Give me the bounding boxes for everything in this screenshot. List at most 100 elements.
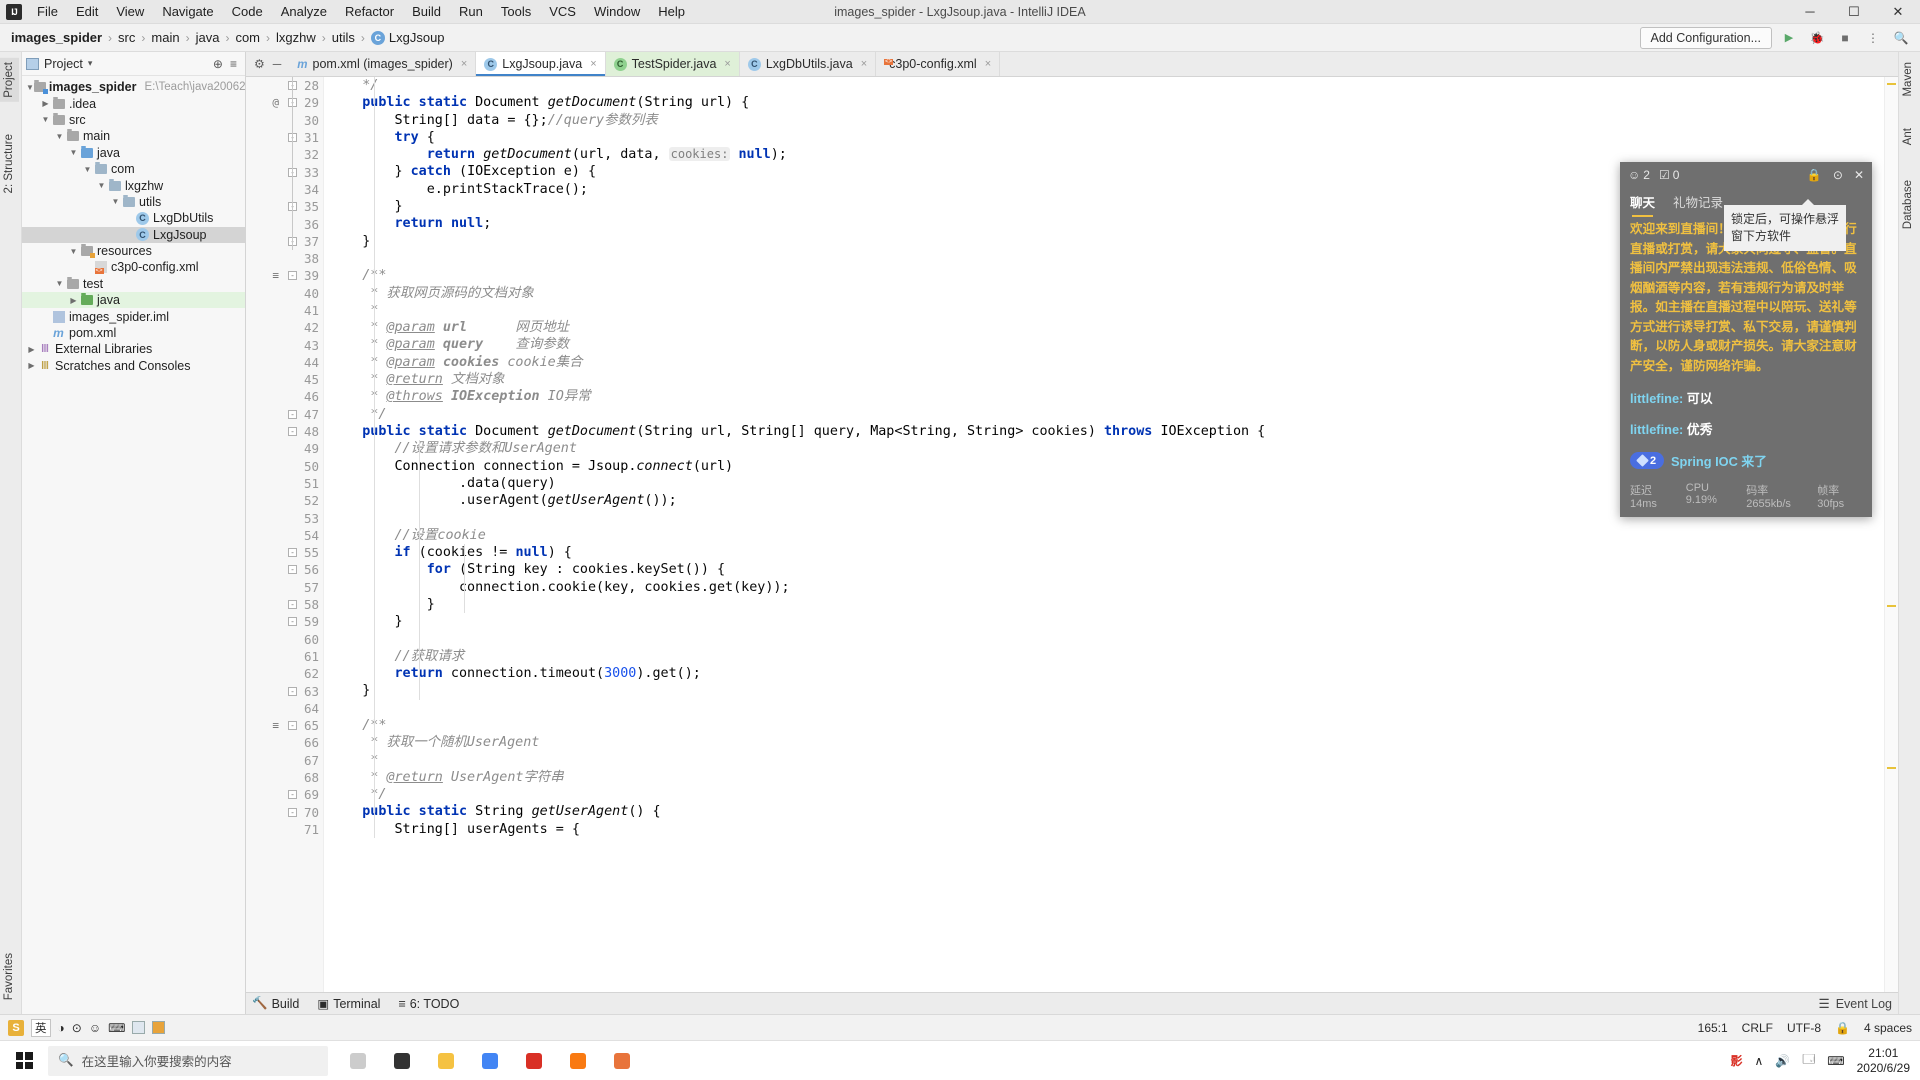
breadcrumb-com[interactable]: com [230, 29, 265, 46]
tree-expand-arrow-icon[interactable]: ▶ [124, 230, 135, 239]
code-line-57[interactable]: connection.cookie(key, cookies.get(key))… [330, 579, 1884, 596]
cortana-icon[interactable] [336, 1041, 380, 1080]
ime-extra-icon[interactable] [152, 1021, 166, 1034]
tree-node-src[interactable]: ▼ src [22, 112, 245, 128]
gutter-line-33[interactable]: -33 [246, 163, 323, 180]
code-line-64[interactable] [330, 700, 1884, 717]
code-line-71[interactable]: String[] userAgents = { [330, 821, 1884, 838]
gutter-line-68[interactable]: 68 [246, 769, 323, 786]
gutter-line-45[interactable]: 45 [246, 371, 323, 388]
gutter-mark-icon[interactable]: ≡ [272, 719, 279, 732]
code-line-67[interactable]: * [330, 752, 1884, 769]
tree-expand-arrow-icon[interactable]: ▶ [124, 214, 135, 223]
ime-toolbox-icon[interactable] [132, 1021, 146, 1034]
bottom-tab-build[interactable]: 🔨 Build [252, 996, 299, 1011]
gutter-line-49[interactable]: 49 [246, 440, 323, 457]
tree-node-com[interactable]: ▼ com [22, 161, 245, 177]
gutter-line-61[interactable]: 61 [246, 648, 323, 665]
project-tree[interactable]: ▼ images_spider E:\Teach\java200624\ ▶ .idea… [22, 76, 245, 1014]
code-line-30[interactable]: String[] data = {};//query参数列表 [330, 112, 1884, 129]
file-explorer-icon[interactable] [424, 1041, 468, 1080]
code-line-63[interactable]: } [330, 682, 1884, 699]
menu-tools[interactable]: Tools [492, 2, 540, 21]
tree-node-lxgzhw[interactable]: ▼ lxgzhw [22, 177, 245, 193]
breadcrumb-java[interactable]: java [191, 29, 225, 46]
sidebar-item-structure[interactable]: 2: Structure [0, 130, 19, 197]
line-separator[interactable]: CRLF [1742, 1021, 1773, 1035]
fold-icon[interactable]: - [288, 600, 297, 610]
gutter-line-52[interactable]: 52 [246, 492, 323, 509]
sidebar-item-database[interactable]: Database [1898, 176, 1918, 233]
gutter-line-55[interactable]: -55 [246, 544, 323, 561]
fold-icon[interactable]: - [288, 617, 297, 627]
menu-build[interactable]: Build [403, 2, 450, 21]
editor-tab-c3p0-config-xml[interactable]: c3p0-config.xml × [876, 52, 1001, 76]
breadcrumb-lxgjsoup[interactable]: C LxgJsoup [366, 29, 450, 46]
gutter-line-54[interactable]: 54 [246, 527, 323, 544]
breadcrumb-utils[interactable]: utils [327, 29, 360, 46]
tree-expand-arrow-icon[interactable]: ▼ [26, 83, 34, 92]
close-button[interactable]: ✕ [1876, 0, 1920, 24]
code-line-60[interactable] [330, 631, 1884, 648]
lock-icon[interactable]: 🔒 [1835, 1021, 1850, 1035]
gutter-line-47[interactable]: -47 [246, 406, 323, 423]
fold-icon[interactable]: - [288, 686, 297, 696]
task-view-icon[interactable] [380, 1041, 424, 1080]
live-stream-overlay[interactable]: ☺ 2 ☑ 0 🔒 ⊙ ✕ 聊天 礼物记录 锁定后，可操作悬浮窗下方软件 欢迎来… [1620, 162, 1872, 517]
gutter-line-59[interactable]: -59 [246, 613, 323, 630]
gutter-line-51[interactable]: 51 [246, 475, 323, 492]
locate-icon[interactable]: ⊕ [213, 57, 223, 71]
menu-edit[interactable]: Edit [67, 2, 107, 21]
tray-ime-icon[interactable]: ⌨ [1827, 1054, 1844, 1068]
warning-marker[interactable] [1887, 605, 1896, 607]
menu-help[interactable]: Help [649, 2, 694, 21]
gutter-line-53[interactable]: 53 [246, 509, 323, 526]
code-line-55[interactable]: if (cookies != null) { [330, 544, 1884, 561]
gutter-line-39[interactable]: ≡ -39 [246, 267, 323, 284]
chevron-down-icon[interactable]: ▾ [88, 58, 93, 69]
event-log-tab[interactable]: ☰ Event Log [1818, 996, 1892, 1012]
tab-gift-records[interactable]: 礼物记录 [1673, 192, 1723, 211]
gutter-line-38[interactable]: 38 [246, 250, 323, 267]
tray-app-icon[interactable]: 影 [1731, 1052, 1743, 1069]
tree-node-test[interactable]: ▼ test [22, 276, 245, 292]
gutter-line-56[interactable]: -56 [246, 561, 323, 578]
fold-icon[interactable]: - [288, 807, 297, 817]
menu-view[interactable]: View [107, 2, 153, 21]
maximize-button[interactable]: ☐ [1832, 0, 1876, 24]
tree-expand-arrow-icon[interactable]: ▶ [26, 345, 37, 354]
fold-icon[interactable]: - [288, 790, 297, 800]
gutter-line-29[interactable]: @-29 [246, 94, 323, 111]
code-line-54[interactable]: //设置cookie [330, 527, 1884, 544]
gutter-line-63[interactable]: -63 [246, 682, 323, 699]
menu-window[interactable]: Window [585, 2, 649, 21]
tray-expand-icon[interactable]: ∧ [1755, 1054, 1764, 1068]
fold-icon[interactable]: - [288, 409, 297, 419]
menu-file[interactable]: File [28, 2, 67, 21]
code-line-32[interactable]: return getDocument(url, data, cookies: n… [330, 146, 1884, 163]
tree-node-external-libraries[interactable]: ▶ ‖‖ External Libraries [22, 341, 245, 357]
editor-marker-strip[interactable] [1884, 77, 1898, 992]
editor-gutter[interactable]: -28@-2930-3132-3334-3536-3738≡-394041424… [246, 77, 324, 992]
minimize-button[interactable]: ─ [1788, 0, 1832, 24]
tree-node-lxgjsoup[interactable]: ▶CLxgJsoup [22, 226, 245, 243]
tree-expand-arrow-icon[interactable]: ▶ [68, 296, 79, 305]
tree-expand-arrow-icon[interactable]: ▼ [96, 181, 107, 190]
taskbar-search-box[interactable]: 🔍 在这里输入你要搜索的内容 [48, 1045, 328, 1076]
code-line-68[interactable]: * @return UserAgent字符串 [330, 769, 1884, 786]
menu-navigate[interactable]: Navigate [153, 2, 222, 21]
code-line-61[interactable]: //获取请求 [330, 648, 1884, 665]
close-icon[interactable]: × [724, 58, 730, 70]
menu-analyze[interactable]: Analyze [272, 2, 336, 21]
fold-icon[interactable]: - [288, 271, 297, 281]
close-icon[interactable]: × [985, 58, 991, 70]
lock-icon[interactable]: 🔒 [1807, 168, 1822, 182]
file-encoding[interactable]: UTF-8 [1787, 1021, 1821, 1035]
close-icon[interactable]: × [590, 58, 596, 70]
tray-volume-icon[interactable]: 🔊 [1775, 1054, 1790, 1068]
tree-expand-arrow-icon[interactable]: ▼ [54, 132, 65, 141]
code-line-70[interactable]: public static String getUserAgent() { [330, 803, 1884, 820]
gear-icon[interactable]: ⚙ [254, 57, 265, 71]
indent-setting[interactable]: 4 spaces [1864, 1021, 1912, 1035]
gutter-line-42[interactable]: 42 [246, 319, 323, 336]
